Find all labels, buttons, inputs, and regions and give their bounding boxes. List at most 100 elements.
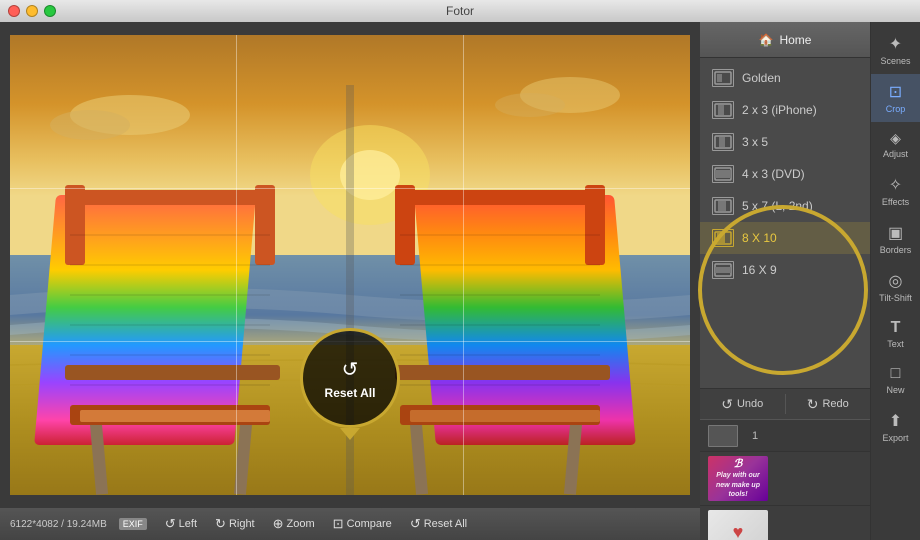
reset-all-bottom-label: Reset All bbox=[424, 518, 467, 530]
effects-icon: ✧ bbox=[889, 175, 902, 195]
undo-icon: ↺ bbox=[721, 396, 733, 413]
2x3-crop-icon bbox=[712, 101, 734, 119]
undo-button[interactable]: ↺ Undo bbox=[700, 389, 785, 419]
golden-crop-icon bbox=[712, 69, 734, 87]
app-title: Fotor bbox=[446, 4, 474, 18]
new-icon: □ bbox=[891, 365, 901, 383]
redo-label: Redo bbox=[822, 398, 848, 410]
crop-option-8x10[interactable]: 8 X 10 bbox=[700, 222, 870, 254]
2x3-label: 2 x 3 (iPhone) bbox=[742, 103, 817, 117]
reset-all-button[interactable]: ↺ Reset All bbox=[300, 328, 400, 428]
sidebar-item-export[interactable]: ⬆ Export bbox=[871, 403, 920, 451]
close-button[interactable] bbox=[8, 5, 20, 17]
reset-all-popup[interactable]: ↺ Reset All bbox=[300, 328, 400, 440]
5x7-crop-icon bbox=[712, 197, 734, 215]
5x7-label: 5 x 7 (L, 2nd) bbox=[742, 199, 813, 213]
export-label: Export bbox=[882, 434, 908, 443]
compare-icon: ⊡ bbox=[333, 516, 344, 532]
rotate-right-button[interactable]: ↻ Right bbox=[207, 514, 263, 534]
thumb-item-heart[interactable] bbox=[700, 506, 870, 540]
16x9-label: 16 X 9 bbox=[742, 263, 777, 277]
4x3-crop-icon bbox=[712, 165, 734, 183]
redo-icon: ↻ bbox=[807, 396, 819, 413]
canvas-wrapper: ↺ Reset All bbox=[0, 22, 700, 508]
bottom-toolbar: 6122*4082 / 19.24MB EXIF ↺ Left ↻ Right … bbox=[0, 508, 700, 540]
crop-option-golden[interactable]: Golden bbox=[700, 62, 870, 94]
exif-button[interactable]: EXIF bbox=[119, 518, 147, 530]
sidebar-item-new[interactable]: □ New bbox=[871, 357, 920, 403]
crop-panel: 🏠 Home Golden 2 x 3 (iPhone) bbox=[700, 22, 870, 540]
right-sidebar: ✦ Scenes ⊡ Crop ◈ Adjust ✧ Effects ▣ Bor… bbox=[870, 22, 920, 540]
crop-option-16x9[interactable]: 16 X 9 bbox=[700, 254, 870, 286]
compare-label: Compare bbox=[347, 518, 392, 530]
borders-icon: ▣ bbox=[888, 223, 903, 243]
home-button[interactable]: 🏠 Home bbox=[700, 22, 870, 58]
zoom-icon: ⊕ bbox=[273, 516, 284, 532]
reset-icon: ↺ bbox=[342, 357, 359, 382]
8x10-label: 8 X 10 bbox=[742, 231, 777, 245]
reset-all-bottom-icon: ↺ bbox=[410, 516, 421, 532]
sidebar-item-effects[interactable]: ✧ Effects bbox=[871, 167, 920, 215]
scenes-icon: ✦ bbox=[889, 34, 902, 54]
scenes-label: Scenes bbox=[880, 57, 910, 66]
golden-label: Golden bbox=[742, 71, 781, 85]
rotate-right-icon: ↻ bbox=[215, 516, 226, 532]
photo-canvas: ↺ Reset All bbox=[10, 35, 690, 495]
16x9-crop-icon bbox=[712, 261, 734, 279]
crop-option-3x5[interactable]: 3 x 5 bbox=[700, 126, 870, 158]
main-area: ↺ Reset All 6122*4082 / 19.24MB EXIF ↺ L… bbox=[0, 22, 920, 540]
crop-option-2x3[interactable]: 2 x 3 (iPhone) bbox=[700, 94, 870, 126]
rotate-right-label: Right bbox=[229, 518, 255, 530]
sidebar-item-tiltshift[interactable]: ◎ Tilt-Shift bbox=[871, 263, 920, 311]
beauty-thumbnail: ℬ Play with ournew make uptools! bbox=[708, 456, 768, 501]
effects-label: Effects bbox=[882, 198, 909, 207]
thumb-1-label: 1 bbox=[752, 430, 758, 442]
sidebar-item-crop[interactable]: ⊡ Crop bbox=[871, 74, 920, 122]
reset-popup-arrow bbox=[340, 428, 360, 440]
text-label: Text bbox=[887, 340, 904, 349]
adjust-icon: ◈ bbox=[890, 130, 901, 147]
undo-label: Undo bbox=[737, 398, 763, 410]
sidebar-item-text[interactable]: T Text bbox=[871, 311, 920, 357]
rotate-left-icon: ↺ bbox=[165, 516, 176, 532]
compare-button[interactable]: ⊡ Compare bbox=[325, 514, 400, 534]
thumb-item-1[interactable]: 1 bbox=[700, 420, 870, 452]
sidebar-item-adjust[interactable]: ◈ Adjust bbox=[871, 122, 920, 167]
rotate-left-label: Left bbox=[179, 518, 197, 530]
thumbnail-section: 1 ℬ Play with ournew make uptools! bbox=[700, 420, 870, 540]
crop-option-5x7[interactable]: 5 x 7 (L, 2nd) bbox=[700, 190, 870, 222]
rotate-left-button[interactable]: ↺ Left bbox=[157, 514, 205, 534]
zoom-label: Zoom bbox=[287, 518, 315, 530]
thumb-item-beauty[interactable]: ℬ Play with ournew make uptools! bbox=[700, 452, 870, 506]
reset-all-bottom-button[interactable]: ↺ Reset All bbox=[402, 514, 475, 534]
crop-options-list: Golden 2 x 3 (iPhone) 3 x 5 bbox=[700, 58, 870, 388]
3x5-label: 3 x 5 bbox=[742, 135, 768, 149]
4x3-label: 4 x 3 (DVD) bbox=[742, 167, 805, 181]
adjust-label: Adjust bbox=[883, 150, 908, 159]
heart-thumbnail bbox=[708, 510, 768, 540]
canvas-area: ↺ Reset All 6122*4082 / 19.24MB EXIF ↺ L… bbox=[0, 22, 700, 540]
borders-label: Borders bbox=[880, 246, 912, 255]
crop-label: Crop bbox=[886, 105, 906, 114]
beauty-text: ℬ Play with ournew make uptools! bbox=[716, 458, 760, 498]
home-icon: 🏠 bbox=[759, 33, 774, 47]
redo-button[interactable]: ↻ Redo bbox=[786, 389, 871, 419]
text-icon: T bbox=[891, 319, 901, 337]
tiltshift-label: Tilt-Shift bbox=[879, 294, 912, 303]
new-label: New bbox=[886, 386, 904, 395]
export-icon: ⬆ bbox=[889, 411, 902, 431]
undo-redo-bar: ↺ Undo ↻ Redo bbox=[700, 388, 870, 420]
window-controls[interactable] bbox=[8, 5, 56, 17]
title-bar: Fotor bbox=[0, 0, 920, 22]
sidebar-item-scenes[interactable]: ✦ Scenes bbox=[871, 26, 920, 74]
minimize-button[interactable] bbox=[26, 5, 38, 17]
zoom-button[interactable]: ⊕ Zoom bbox=[265, 514, 323, 534]
8x10-crop-icon bbox=[712, 229, 734, 247]
crop-icon: ⊡ bbox=[889, 82, 902, 102]
image-info: 6122*4082 / 19.24MB bbox=[10, 519, 107, 530]
sidebar-item-borders[interactable]: ▣ Borders bbox=[871, 215, 920, 263]
home-label: Home bbox=[779, 33, 811, 47]
maximize-button[interactable] bbox=[44, 5, 56, 17]
right-panel: 🏠 Home Golden 2 x 3 (iPhone) bbox=[700, 22, 920, 540]
crop-option-4x3[interactable]: 4 x 3 (DVD) bbox=[700, 158, 870, 190]
